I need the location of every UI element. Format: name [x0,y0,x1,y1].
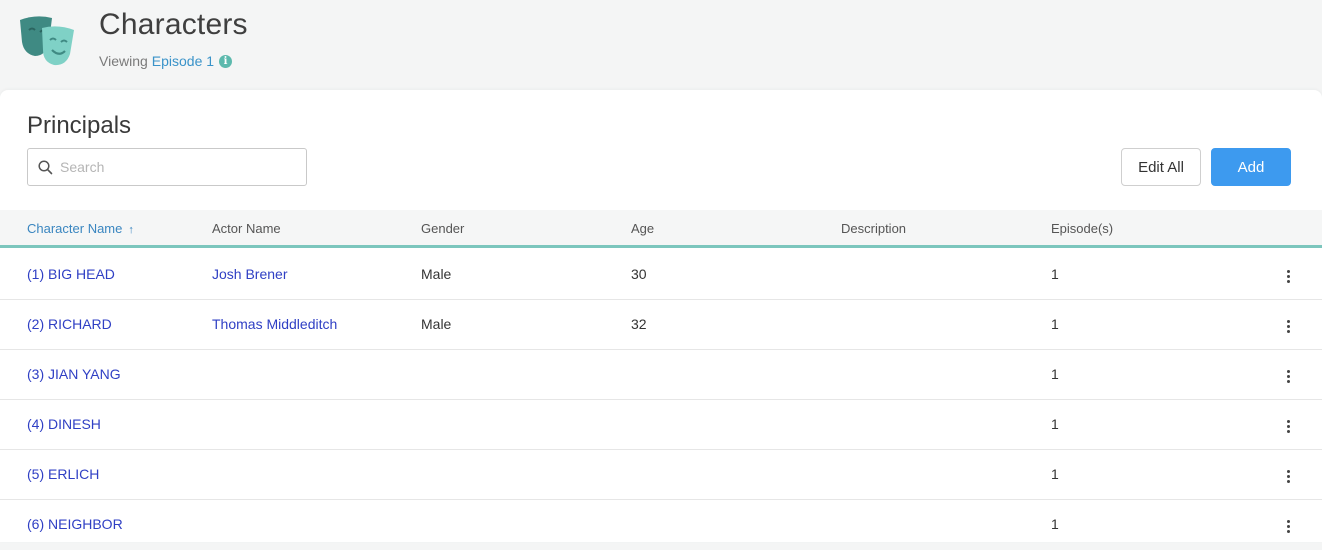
row-menu-icon[interactable] [1278,314,1298,338]
table-row: (3) JIAN YANG 1 [0,350,1322,400]
table-header: Character Name ↑ Actor Name Gender Age De… [0,210,1322,248]
edit-all-button[interactable]: Edit All [1121,148,1201,186]
column-header-gender[interactable]: Gender [421,221,464,236]
gender-cell: Male [421,316,452,332]
column-header-label: Character Name [27,221,123,236]
row-menu-icon[interactable] [1278,414,1298,438]
table-row: (5) ERLICH 1 [0,450,1322,500]
episodes-cell: 1 [1051,316,1059,332]
row-menu-icon[interactable] [1278,514,1298,538]
search-icon [38,160,53,175]
character-name-link[interactable]: (3) JIAN YANG [27,366,121,382]
actor-name-link[interactable]: Thomas Middleditch [212,316,337,332]
actor-name-link[interactable]: Josh Brener [212,266,287,282]
episodes-cell: 1 [1051,466,1059,482]
column-header-episodes[interactable]: Episode(s) [1051,221,1113,236]
principals-card: Principals Edit All Add Character Name ↑ … [0,90,1322,542]
add-button[interactable]: Add [1211,148,1291,186]
row-menu-icon[interactable] [1278,364,1298,388]
episodes-cell: 1 [1051,366,1059,382]
section-title: Principals [27,112,132,139]
episodes-cell: 1 [1051,516,1059,532]
episodes-cell: 1 [1051,266,1059,282]
character-name-link[interactable]: (4) DINESH [27,416,101,432]
table-row: (1) BIG HEAD Josh Brener Male 30 1 [0,250,1322,300]
character-name-link[interactable]: (2) RICHARD [27,316,112,332]
theater-masks-icon [20,16,74,66]
episode-link[interactable]: Episode 1 [152,53,214,69]
row-menu-icon[interactable] [1278,264,1298,288]
row-menu-icon[interactable] [1278,464,1298,488]
column-header-description[interactable]: Description [841,221,906,236]
info-icon[interactable]: i [219,54,233,68]
character-name-link[interactable]: (6) NEIGHBOR [27,516,123,532]
page-title: Characters [99,8,248,41]
age-cell: 30 [631,266,647,282]
episodes-cell: 1 [1051,416,1059,432]
character-name-link[interactable]: (1) BIG HEAD [27,266,115,282]
page-header: Characters Viewing Episode 1 i [0,0,1322,90]
column-header-age[interactable]: Age [631,221,654,236]
table-row: (4) DINESH 1 [0,400,1322,450]
character-name-link[interactable]: (5) ERLICH [27,466,99,482]
viewing-label: Viewing [99,53,148,69]
column-header-actor-name[interactable]: Actor Name [212,221,281,236]
table-row: (2) RICHARD Thomas Middleditch Male 32 1 [0,300,1322,350]
sort-ascending-icon: ↑ [128,224,134,236]
table-row: (6) NEIGHBOR 1 [0,500,1322,550]
age-cell: 32 [631,316,647,332]
search-box[interactable] [27,148,307,186]
viewing-subtitle: Viewing Episode 1 i [99,53,233,69]
search-input[interactable] [60,149,300,185]
gender-cell: Male [421,266,452,282]
column-header-character-name[interactable]: Character Name ↑ [27,221,134,236]
